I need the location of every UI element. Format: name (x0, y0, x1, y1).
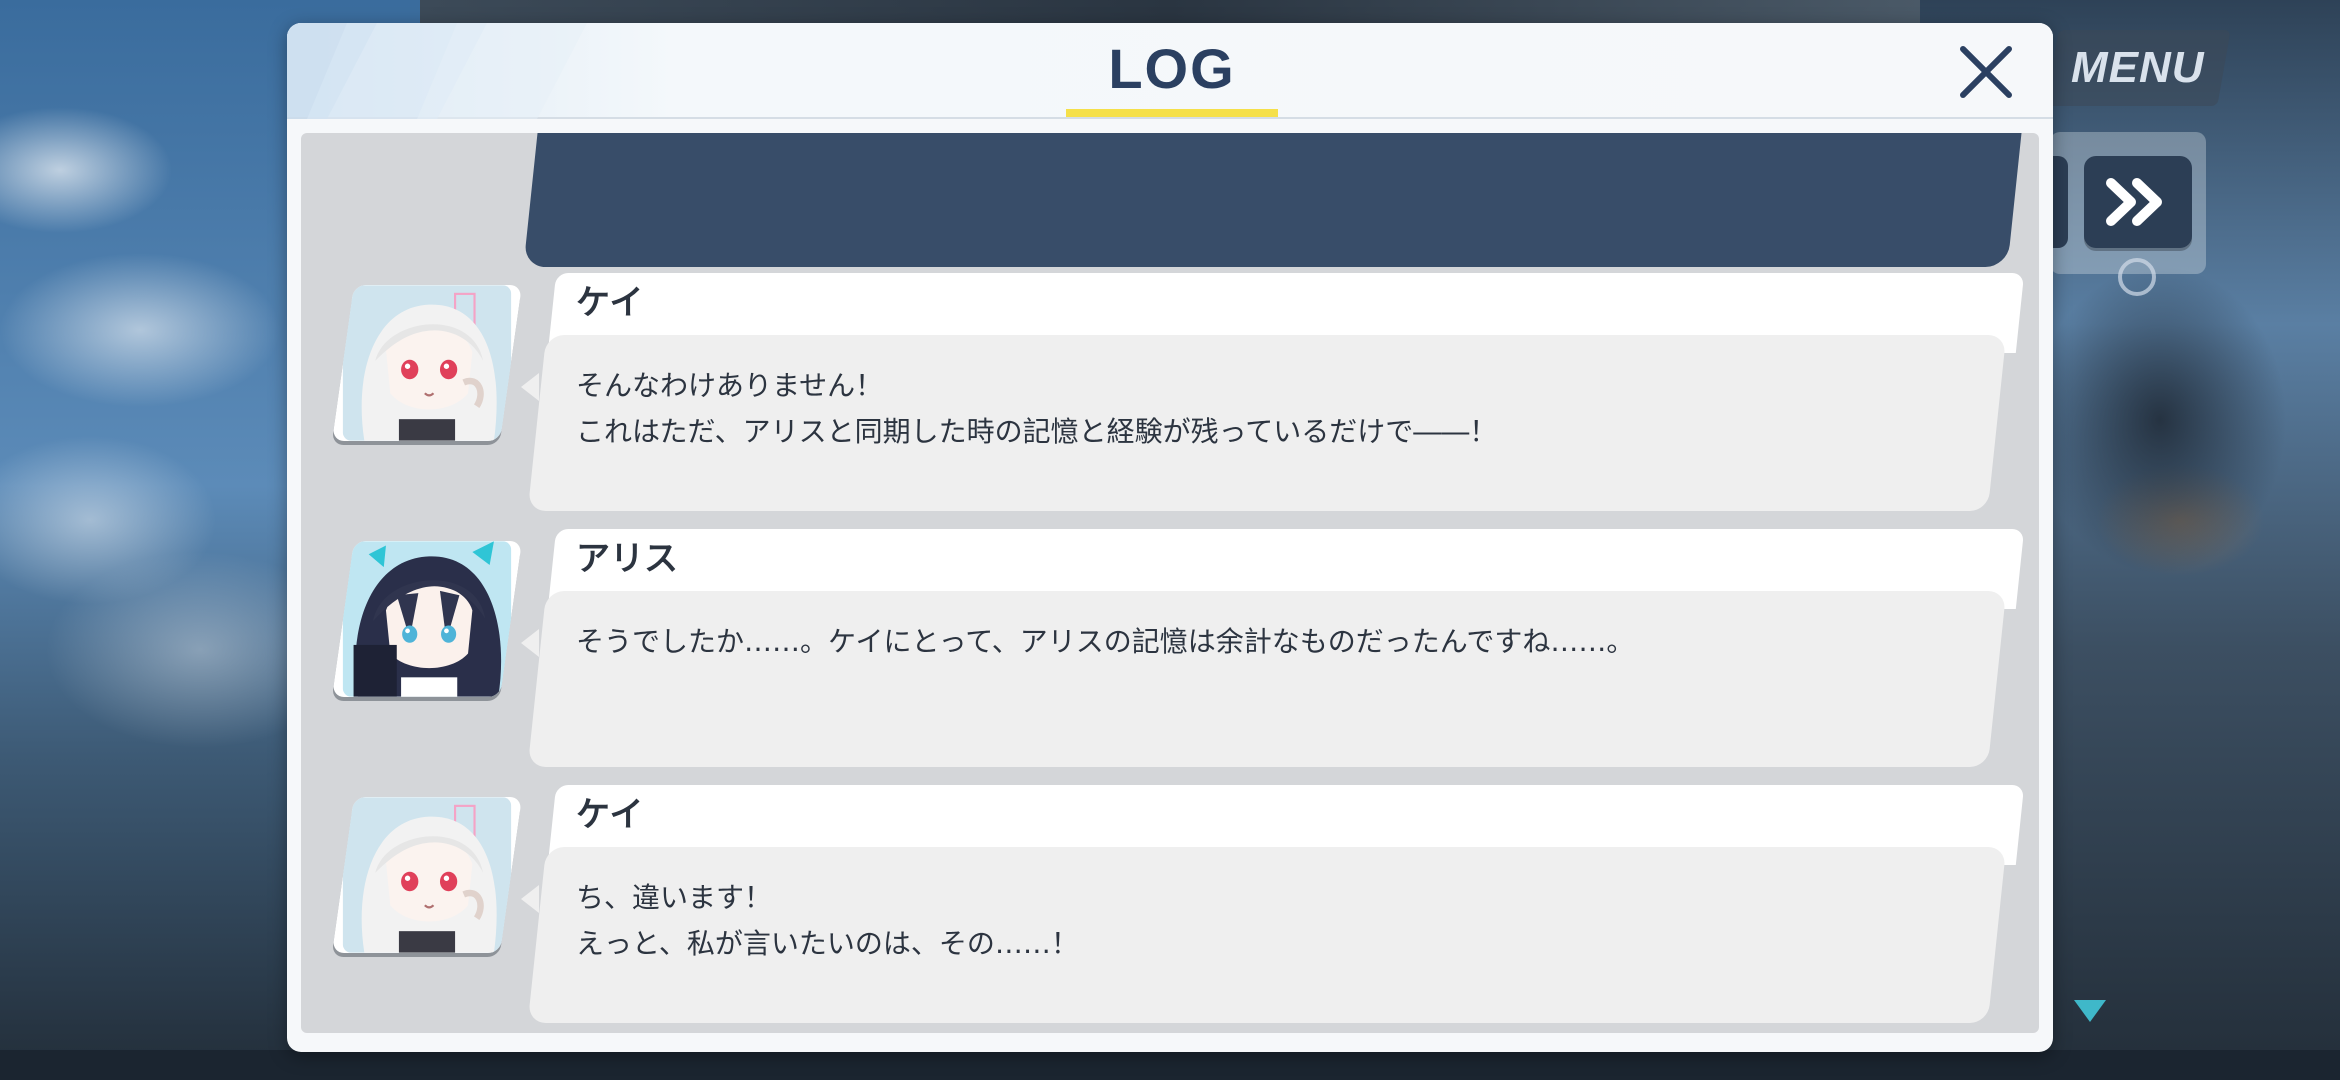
bubble-pointer (521, 373, 539, 401)
title-underline (1066, 109, 1278, 117)
avatar (332, 285, 522, 441)
dialogue-line: そんなわけありません！ (576, 369, 884, 402)
speaker-name: ケイ (576, 283, 644, 323)
close-icon (1960, 46, 2012, 98)
dialogue-line: ち、違います！ (576, 881, 773, 914)
log-list[interactable]: ケイ そんなわけありません！ これはただ、アリスと同期した時の記憶と経験が残って… (301, 133, 2039, 1033)
log-entry: ケイ ち、違います！ えっと、私が言いたいのは、その……！ (301, 785, 2039, 1033)
avatar-kei-portrait (342, 285, 512, 441)
log-modal: LOG ケイ そんなわけありません！ これはただ、アリスと同期した時の記憶と経験… (287, 23, 2053, 1052)
bubble-pointer (521, 885, 539, 913)
dialogue-line: そうでしたか……。ケイにとって、アリスの記憶は余計なものだったんですね……。 (576, 625, 1635, 658)
previous-entry-bubble (523, 133, 2023, 267)
avatar-kei-portrait (342, 797, 512, 953)
close-button[interactable] (1951, 37, 2021, 107)
log-header: LOG (287, 23, 2053, 119)
speaker-name: ケイ (576, 795, 644, 835)
background-floor (0, 1050, 2340, 1080)
avatar (332, 541, 522, 697)
triangle-down-icon (2074, 1000, 2106, 1022)
header-decoration (287, 23, 587, 119)
avatar-aris-portrait (342, 541, 512, 697)
log-entry: ケイ そんなわけありません！ これはただ、アリスと同期した時の記憶と経験が残って… (301, 273, 2039, 529)
ring-icon (2118, 258, 2156, 296)
skip-button[interactable] (2084, 156, 2192, 248)
avatar (332, 797, 522, 953)
bubble-pointer (521, 629, 539, 657)
log-entry: アリス そうでしたか……。ケイにとって、アリスの記憶は余計なものだったんですね…… (301, 529, 2039, 785)
dialogue-line: えっと、私が言いたいのは、その……！ (576, 927, 1079, 960)
log-title: LOG (1108, 37, 1236, 100)
dialogue-bubble (527, 591, 2007, 767)
menu-button[interactable]: MENU (2045, 30, 2231, 106)
speaker-name: アリス (576, 539, 678, 579)
dialogue-line: これはただ、アリスと同期した時の記憶と経験が残っているだけで――！ (576, 415, 1498, 448)
menu-button-label: MENU (2071, 43, 2205, 92)
fast-forward-icon (2106, 178, 2162, 226)
